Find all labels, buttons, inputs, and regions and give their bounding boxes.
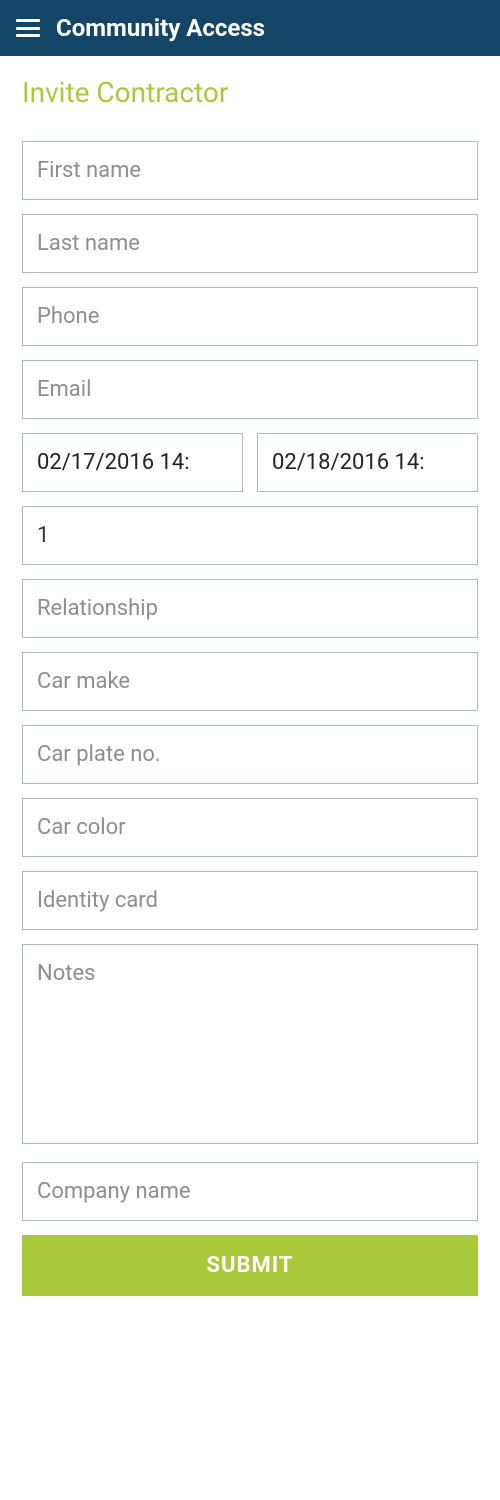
menu-icon[interactable] [16, 19, 40, 37]
submit-button[interactable]: SUBMIT [22, 1235, 478, 1296]
notes-field[interactable] [22, 944, 478, 1144]
identity-card-field[interactable] [22, 871, 478, 930]
page-content: Invite Contractor SUBMIT [0, 56, 500, 1316]
car-plate-field[interactable] [22, 725, 478, 784]
last-name-field[interactable] [22, 214, 478, 273]
first-name-field[interactable] [22, 141, 478, 200]
date-end-field[interactable] [257, 433, 478, 492]
email-field[interactable] [22, 360, 478, 419]
car-make-field[interactable] [22, 652, 478, 711]
relationship-field[interactable] [22, 579, 478, 638]
app-title: Community Access [56, 14, 265, 42]
phone-field[interactable] [22, 287, 478, 346]
date-start-field[interactable] [22, 433, 243, 492]
car-color-field[interactable] [22, 798, 478, 857]
app-header: Community Access [0, 0, 500, 56]
date-row [22, 433, 478, 492]
company-name-field[interactable] [22, 1162, 478, 1221]
page-title: Invite Contractor [22, 76, 478, 109]
quantity-field[interactable] [22, 506, 478, 565]
